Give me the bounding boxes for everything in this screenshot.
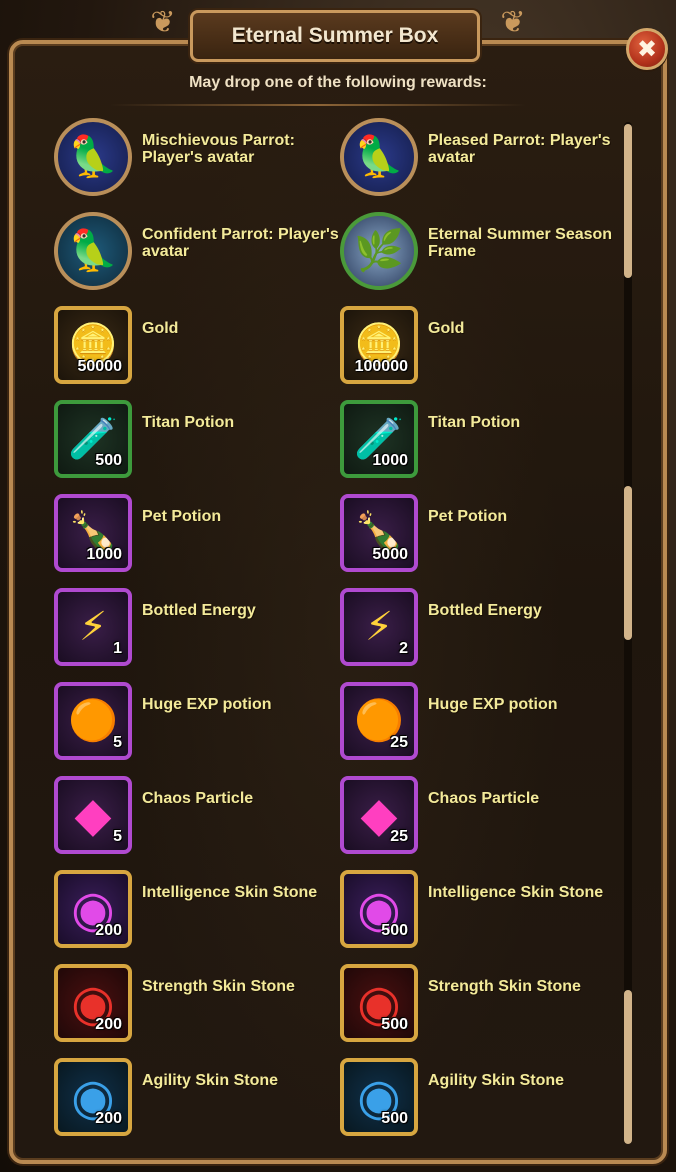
drop-info-text: May drop one of the following rewards: [189, 74, 487, 91]
reward-quantity: 5 [113, 828, 122, 845]
reward-name: Mischievous Parrot: Player's avatar [142, 132, 295, 166]
reward-list[interactable]: 🦜 Mischievous Parrot: Player's avatar 🦜 … [0, 118, 620, 1158]
reward-quantity: 2 [399, 640, 408, 657]
scrollbar-thumb[interactable] [624, 990, 632, 1144]
reward-item[interactable]: ◆ 25 Chaos Particle [340, 776, 620, 858]
exp-potion-icon: 🟠 5 [54, 682, 132, 760]
title-banner: Eternal Summer Box [190, 10, 480, 62]
exp-potion-icon: 🟠 25 [340, 682, 418, 760]
reward-item[interactable]: 🪙 50000 Gold [54, 306, 334, 388]
reward-item[interactable]: ◆ 5 Chaos Particle [54, 776, 334, 858]
red-parrot-avatar-icon: 🦜 [54, 118, 132, 196]
reward-name: Pet Potion [428, 508, 508, 525]
pleased-parrot-avatar-icon: 🦜 [340, 118, 418, 196]
intelligence-stone-icon: ◉ 200 [54, 870, 132, 948]
reward-item[interactable]: 🪙 100000 Gold [340, 306, 620, 388]
reward-name: Confident Parrot: Player's avatar [142, 226, 339, 260]
reward-quantity: 200 [95, 922, 122, 939]
reward-item[interactable]: 🟠 5 Huge EXP potion [54, 682, 334, 764]
reward-quantity: 1000 [372, 452, 408, 469]
reward-quantity: 25 [390, 734, 408, 751]
reward-item[interactable]: 🍾 1000 Pet Potion [54, 494, 334, 576]
reward-name: Intelligence Skin Stone [428, 884, 604, 901]
reward-quantity: 500 [381, 922, 408, 939]
reward-name: Intelligence Skin Stone [142, 884, 318, 901]
reward-item[interactable]: 🍾 5000 Pet Potion [340, 494, 620, 576]
reward-name: Gold [142, 320, 179, 337]
scrollbar-thumb[interactable] [624, 124, 632, 278]
reward-quantity: 50000 [77, 358, 123, 375]
reward-name: Chaos Particle [428, 790, 540, 807]
reward-name: Strength Skin Stone [428, 978, 581, 995]
reward-item[interactable]: 🦜 Pleased Parrot: Player's avatar [340, 118, 620, 200]
left-wing-ornament-icon: ❦ [150, 5, 176, 40]
confident-parrot-avatar-icon: 🦜 [54, 212, 132, 290]
reward-name: Agility Skin Stone [142, 1072, 279, 1089]
reward-item[interactable]: ◉ 200 Intelligence Skin Stone [54, 870, 334, 952]
gold-coin-icon: 🪙 100000 [340, 306, 418, 384]
reward-name: Agility Skin Stone [428, 1072, 565, 1089]
reward-quantity: 200 [95, 1016, 122, 1033]
reward-quantity: 5 [113, 734, 122, 751]
reward-name: Huge EXP potion [428, 696, 558, 713]
reward-name: Bottled Energy [142, 602, 256, 619]
strength-stone-icon: ◉ 500 [340, 964, 418, 1042]
reward-name: Titan Potion [142, 414, 235, 431]
reward-item[interactable]: ⚡ 2 Bottled Energy [340, 588, 620, 670]
scrollbar-thumb[interactable] [624, 486, 632, 640]
reward-item[interactable]: 🦜 Confident Parrot: Player's avatar [54, 212, 339, 294]
titan-potion-icon: 🧪 1000 [340, 400, 418, 478]
reward-quantity: 200 [95, 1110, 122, 1127]
chaos-particle-icon: ◆ 25 [340, 776, 418, 854]
reward-item[interactable]: 🌿 Eternal Summer Season Frame [340, 212, 620, 294]
reward-quantity: 1000 [86, 546, 122, 563]
pet-potion-icon: 🍾 5000 [340, 494, 418, 572]
reward-name: Gold [428, 320, 465, 337]
chaos-particle-icon: ◆ 5 [54, 776, 132, 854]
reward-quantity: 100000 [354, 358, 408, 375]
close-button[interactable]: ✖ [626, 28, 668, 70]
reward-quantity: 25 [390, 828, 408, 845]
reward-quantity: 500 [95, 452, 122, 469]
reward-name: Pet Potion [142, 508, 222, 525]
titan-potion-icon: 🧪 500 [54, 400, 132, 478]
reward-name: Titan Potion [428, 414, 521, 431]
dialog-title: Eternal Summer Box [231, 24, 439, 47]
reward-item[interactable]: ⚡ 1 Bottled Energy [54, 588, 334, 670]
reward-quantity: 500 [381, 1110, 408, 1127]
season-frame-icon: 🌿 [340, 212, 418, 290]
intelligence-stone-icon: ◉ 500 [340, 870, 418, 948]
agility-stone-icon: ◉ 200 [54, 1058, 132, 1136]
reward-name: Chaos Particle [142, 790, 254, 807]
bottled-energy-icon: ⚡ 1 [54, 588, 132, 666]
reward-quantity: 500 [381, 1016, 408, 1033]
bottled-energy-icon: ⚡ 2 [340, 588, 418, 666]
strength-stone-icon: ◉ 200 [54, 964, 132, 1042]
reward-quantity: 5000 [372, 546, 408, 563]
reward-item[interactable]: ◉ 200 Agility Skin Stone [54, 1058, 334, 1140]
reward-name: Pleased Parrot: Player's avatar [428, 132, 611, 166]
reward-item[interactable]: ◉ 500 Strength Skin Stone [340, 964, 620, 1046]
close-icon: ✖ [636, 35, 658, 63]
reward-name: Strength Skin Stone [142, 978, 295, 995]
reward-item[interactable]: 🟠 25 Huge EXP potion [340, 682, 620, 764]
reward-name: Huge EXP potion [142, 696, 272, 713]
reward-item[interactable]: ◉ 500 Agility Skin Stone [340, 1058, 620, 1140]
divider [110, 104, 526, 106]
reward-item[interactable]: 🧪 500 Titan Potion [54, 400, 334, 482]
reward-name: Bottled Energy [428, 602, 542, 619]
reward-name: Eternal Summer Season Frame [428, 226, 613, 260]
reward-item[interactable]: 🧪 1000 Titan Potion [340, 400, 620, 482]
pet-potion-icon: 🍾 1000 [54, 494, 132, 572]
agility-stone-icon: ◉ 500 [340, 1058, 418, 1136]
gold-coin-icon: 🪙 50000 [54, 306, 132, 384]
right-wing-ornament-icon: ❦ [500, 5, 526, 40]
reward-quantity: 1 [113, 640, 122, 657]
reward-item[interactable]: 🦜 Mischievous Parrot: Player's avatar [54, 118, 334, 200]
reward-item[interactable]: ◉ 200 Strength Skin Stone [54, 964, 334, 1046]
reward-item[interactable]: ◉ 500 Intelligence Skin Stone [340, 870, 620, 952]
